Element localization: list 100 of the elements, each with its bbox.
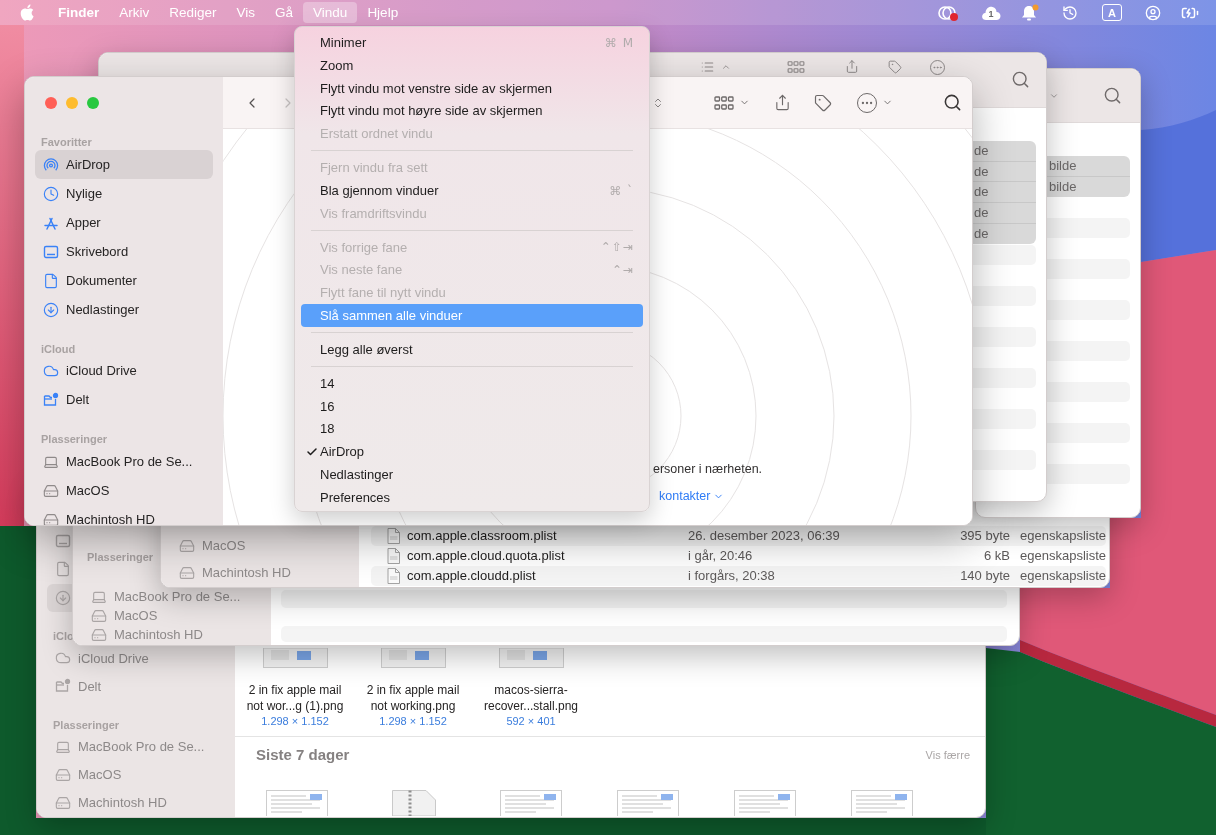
- sidebar-item[interactable]: Machintosh HD: [47, 789, 225, 817]
- file-date: i forgårs, 20:38: [688, 567, 776, 586]
- image-thumbnail: [498, 648, 564, 668]
- image-dimensions: 1.298 × 1.152: [379, 714, 447, 728]
- user-icon[interactable]: [1145, 4, 1161, 21]
- sidebar-item[interactable]: AirDrop: [35, 150, 213, 179]
- download-icon: [55, 589, 71, 606]
- apple-logo-icon[interactable]: [20, 4, 34, 21]
- sidebar-item[interactable]: MacBook Pro de Se...: [35, 447, 213, 476]
- menu-bar-item[interactable]: Rediger: [159, 2, 227, 23]
- sidebar-item[interactable]: Delt: [47, 672, 225, 701]
- sidebar-section-title: Favoritter: [41, 135, 92, 150]
- menu-item[interactable]: 16: [301, 395, 643, 418]
- clock-arrow-icon[interactable]: [1062, 4, 1078, 21]
- list-row[interactable]: de: [972, 203, 1036, 224]
- file-size: 6 kB: [983, 547, 1010, 566]
- show-less-link[interactable]: Vis færre: [925, 746, 970, 764]
- notification-count: 1: [988, 9, 994, 19]
- sidebar-item[interactable]: MacOS: [47, 761, 225, 789]
- file-name: com.apple.classroom.plist: [407, 527, 558, 546]
- file-kind: egenskapsliste: [1020, 527, 1106, 546]
- close-button[interactable]: [45, 97, 57, 109]
- file-size: 140 byte: [959, 567, 1010, 586]
- zoom-button[interactable]: [87, 97, 99, 109]
- sidebar-section-title: Plasseringer: [87, 550, 154, 565]
- list-row[interactable]: de: [972, 141, 1036, 162]
- image-thumbnail: [380, 648, 446, 668]
- sidebar-item[interactable]: Apper: [35, 208, 213, 237]
- chevron-up-icon[interactable]: [721, 62, 731, 72]
- menu-item[interactable]: Slå sammen alle vinduer: [301, 304, 643, 327]
- file-name: 2 in fix apple mail not wor...g (1).png: [246, 682, 344, 714]
- bell-icon[interactable]: [1020, 3, 1040, 22]
- list-row[interactable]: bilde: [1047, 156, 1130, 177]
- menu-item[interactable]: Flytt vindu mot høyre side av skjermen: [301, 99, 643, 123]
- shared-folder-icon: [43, 392, 59, 408]
- menu-item[interactable]: AirDrop: [301, 440, 643, 464]
- file-size: 395 byte: [959, 527, 1010, 546]
- sidebar-item[interactable]: MacBook Pro de Se...: [83, 587, 261, 606]
- file-icon: [387, 568, 400, 584]
- menu-bar-item[interactable]: Arkiv: [109, 2, 160, 23]
- sidebar-section-title: iClo: [53, 629, 74, 645]
- sidebar-section-title: Plasseringer: [41, 432, 108, 447]
- menu-bar-item[interactable]: Gå: [265, 2, 304, 23]
- menu-bar-item[interactable]: Vis: [226, 2, 266, 23]
- sidebar-item[interactable]: iCloud Drive: [47, 644, 225, 673]
- grid-view-icon[interactable]: [787, 60, 805, 74]
- list-view-icon[interactable]: [700, 60, 715, 74]
- sidebar-section-title: iCloud: [41, 341, 76, 357]
- sidebar-item[interactable]: Machintosh HD: [171, 559, 349, 586]
- sidebar-item[interactable]: Delt: [35, 385, 213, 415]
- share-icon[interactable]: [845, 59, 859, 74]
- sidebar-item[interactable]: MacOS: [83, 606, 261, 625]
- checkmark-icon: [306, 445, 318, 458]
- share-icon[interactable]: [774, 93, 791, 112]
- list-row[interactable]: bilde: [1047, 176, 1130, 198]
- file-kind: egenskapsliste: [1020, 547, 1106, 566]
- tag-icon[interactable]: [888, 60, 902, 74]
- sidebar-item[interactable]: Machintosh HD: [35, 505, 213, 525]
- file-name: com.apple.cloud.quota.plist: [407, 547, 566, 566]
- menu-item[interactable]: 18: [301, 417, 643, 441]
- file-row[interactable]: com.apple.cloudd.plist i forgårs, 20:38 140 byte egenskapsliste: [371, 566, 1106, 586]
- sidebar-item[interactable]: Nylige: [35, 179, 213, 208]
- download-icon: [43, 301, 59, 318]
- menu-item[interactable]: Minimer ⌘ M: [301, 31, 643, 55]
- menu-item[interactable]: Nedlastinger: [301, 463, 643, 486]
- menu-item[interactable]: Legg alle øverst: [301, 338, 643, 361]
- input-source-indicator[interactable]: A: [1102, 4, 1122, 21]
- sidebar-item[interactable]: MacOS: [171, 532, 349, 559]
- menu-item[interactable]: Preferences: [301, 486, 643, 509]
- list-row[interactable]: de: [972, 182, 1036, 204]
- sidebar-item[interactable]: Machintosh HD: [83, 625, 261, 644]
- menu-item[interactable]: Flytt vindu mot venstre side av skjermen: [301, 77, 643, 100]
- menu-bar-item[interactable]: Hjelp: [357, 2, 409, 23]
- document-icon: [43, 272, 59, 289]
- menu-item[interactable]: Zoom: [301, 54, 643, 77]
- sidebar-item[interactable]: MacBook Pro de Se...: [47, 733, 225, 761]
- sidebar-item[interactable]: Dokumenter: [35, 266, 213, 295]
- minimize-button[interactable]: [66, 97, 78, 109]
- search-icon[interactable]: [943, 93, 962, 112]
- group-title: Siste 7 dager: [256, 744, 350, 765]
- menu-item[interactable]: Bla gjennom vinduer ⌘ `: [301, 179, 643, 202]
- airdrop-message: ersoner i nærheten.: [653, 461, 763, 477]
- file-name: macos-sierra- recover...stall.png: [483, 682, 579, 714]
- contacts-link[interactable]: kontakter: [659, 488, 725, 504]
- cloud-icon: [43, 363, 59, 379]
- sidebar-item[interactable]: Nedlastinger: [35, 295, 213, 324]
- overlapping-circles-icon[interactable]: [937, 3, 959, 22]
- shared-folder-icon: [55, 678, 71, 695]
- tag-icon[interactable]: [814, 93, 832, 112]
- menu-item[interactable]: 14: [301, 372, 643, 395]
- menu-bar-item[interactable]: Finder: [48, 2, 110, 23]
- file-row[interactable]: com.apple.classroom.plist 26. desember 2023, 06:39 395 byte egenskapsliste: [371, 526, 1106, 546]
- sidebar-item[interactable]: iCloud Drive: [35, 356, 213, 386]
- file-name: 2 in fix apple mail not working.png: [366, 682, 460, 714]
- sidebar-item[interactable]: MacOS: [35, 476, 213, 505]
- sidebar-item[interactable]: Skrivebord: [35, 237, 213, 266]
- airdrop-icon: [43, 156, 59, 173]
- sidebar-item[interactable]: [47, 583, 73, 612]
- grid-view-icon[interactable]: [714, 94, 734, 111]
- file-icon: [387, 548, 400, 564]
